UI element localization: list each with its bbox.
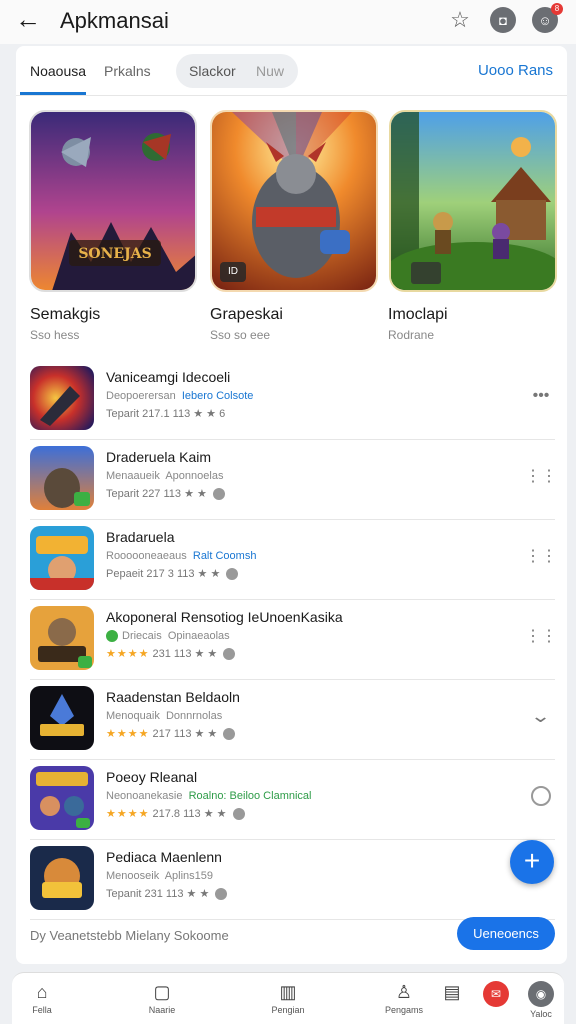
person-icon: ♙	[395, 982, 413, 1002]
notification-icon[interactable]: ☺ 8	[531, 3, 563, 34]
grid-dots-icon[interactable]: ⋮⋮	[525, 624, 557, 648]
app-thumbnail	[30, 606, 94, 670]
red-app-icon: ✉	[483, 981, 509, 1007]
add-button[interactable]: +	[510, 840, 554, 884]
tab-3[interactable]: Nuw	[256, 63, 284, 79]
page-title: Apkmansai	[60, 8, 169, 33]
app-stats: Teparit 227 113 ★ ★	[106, 487, 225, 501]
app-thumbnail	[30, 366, 94, 430]
primary-button[interactable]: Ueneoencs	[457, 917, 555, 950]
chevron-down-icon[interactable]: ⌄	[529, 704, 553, 728]
list-item[interactable]: Vaniceamgi Idecoeli Deopoerersan Iebero …	[16, 360, 567, 440]
app-thumbnail	[30, 766, 94, 830]
app-stats: Teparit 217.1 113 ★ ★ 6	[106, 408, 226, 420]
app-thumbnail	[30, 686, 94, 750]
book-icon: ▥	[279, 982, 297, 1002]
list-item[interactable]: Bradaruela Roooooneaeaus Ralt Coomsh Pep…	[16, 520, 567, 600]
app-stats: Tepanit 231 113 ★ ★	[106, 887, 228, 901]
featured-title-1[interactable]: Semakgis	[30, 306, 100, 324]
app-stats: ★★★★ 217 113 ★ ★	[106, 727, 236, 741]
nav-label: Pengian	[271, 1005, 305, 1015]
nav-label: Fella	[32, 1005, 52, 1015]
tab-1[interactable]: Prkalns	[104, 63, 151, 79]
list-item[interactable]: Raadenstan Beldaoln Menoquaik Donnrnolas…	[16, 680, 567, 760]
app-title: Bradaruela	[106, 529, 175, 545]
bottom-navigation: ⌂ Fella ▢ Naarie ▥ Pengian ♙ Pengams ▤ ✉…	[12, 972, 564, 1024]
list-item[interactable]: Akoponeral Rensotiog IeUnoenKasika Driec…	[16, 600, 567, 680]
tab-bar: Noaousa Prkalns Slackor Nuw Uooo Rans	[16, 46, 567, 96]
nav-label: Naarie	[148, 1005, 176, 1015]
grid-dots-icon[interactable]: ⋮⋮	[525, 544, 557, 568]
app-stats: ★★★★ 217.8 113 ★ ★	[106, 807, 245, 821]
app-meta: Menooseik Aplins159	[106, 870, 214, 882]
app-title: Akoponeral Rensotiog IeUnoenKasika	[106, 609, 343, 625]
featured-card-2[interactable]: ID	[210, 110, 378, 292]
app-title: Raadenstan Beldaoln	[106, 689, 240, 705]
app-title: Vaniceamgi Idecoeli	[106, 369, 231, 385]
featured-sub-2: Sso so eee	[210, 328, 271, 342]
settings-icon: ◉	[528, 981, 554, 1007]
grid-dots-icon[interactable]: ⋮⋮	[525, 464, 557, 488]
featured-art-3	[391, 112, 555, 290]
app-meta: Neonoanekasie Roalno: Beiloo Clamnical	[106, 790, 312, 802]
featured-title-2[interactable]: Grapeskai	[210, 306, 283, 324]
app-screen: ← Apkmansai ☆ ◘ ☺ 8 Noaousa Prkalns Slack…	[0, 0, 576, 1024]
featured-title-3[interactable]: Imoclapi	[388, 306, 448, 324]
app-title: Draderuela Kaim	[106, 449, 212, 465]
nav-label: Yaloc	[530, 1009, 552, 1019]
tab-2[interactable]: Slackor	[189, 63, 236, 79]
home-icon: ⌂	[36, 982, 48, 1002]
nav-book[interactable]: ▥ Pengian	[258, 981, 318, 1015]
tab-0[interactable]: Noaousa	[30, 63, 86, 79]
featured-card-1[interactable]: SONEJAS	[29, 110, 197, 292]
app-thumbnail	[30, 446, 94, 510]
nav-home[interactable]: ⌂ Fella	[12, 981, 72, 1015]
app-meta: Menoquaik Donnrnolas	[106, 710, 223, 722]
footer-text: Dy Veanetstebb Mielany Sokoome	[30, 928, 229, 943]
more-dots-icon[interactable]: •••	[529, 384, 553, 408]
list-item[interactable]: Draderuela Kaim Menaaueik Aponnoelas Tep…	[16, 440, 567, 520]
featured-art-title: SONEJAS	[78, 246, 151, 262]
app-meta: Menaaueik Aponnoelas	[106, 470, 224, 482]
nav-label: Pengams	[384, 1005, 424, 1015]
star-icon[interactable]: ☆	[446, 6, 474, 34]
top-bar: ← Apkmansai ☆ ◘ ☺ 8	[0, 0, 576, 44]
chat-icon: ▢	[153, 982, 171, 1002]
tab-active-indicator	[20, 92, 86, 95]
notification-badge: 8	[551, 3, 563, 15]
featured-card-3[interactable]	[389, 110, 557, 292]
list-icon: ▤	[443, 982, 461, 1002]
app-thumbnail	[30, 846, 94, 910]
app-title: Poeoy Rleanal	[106, 769, 198, 785]
list-item[interactable]: Pediaca Maenlenn Menooseik Aplins159 Tep…	[16, 840, 567, 920]
app-meta: Deopoerersan Iebero Colsote	[106, 390, 254, 402]
profile-icon[interactable]: ◘	[489, 6, 517, 34]
featured-sub-1: Sso hess	[30, 328, 80, 342]
main-panel: Noaousa Prkalns Slackor Nuw Uooo Rans SO…	[16, 46, 567, 964]
nav-chat[interactable]: ▢ Naarie	[132, 981, 192, 1015]
see-more-link[interactable]: Uooo Rans	[478, 62, 553, 79]
featured-badge: ID	[220, 262, 246, 282]
app-title: Pediaca Maenlenn	[106, 849, 222, 865]
featured-art-1: SONEJAS	[31, 112, 195, 290]
app-stats: Pepaeit 217 3 113 ★ ★	[106, 567, 239, 581]
nav-settings[interactable]: ◉ Yaloc	[511, 981, 571, 1019]
app-meta: Driecais Opinaeaolas	[106, 630, 230, 643]
app-stats: ★★★★ 231 113 ★ ★	[106, 647, 236, 661]
featured-sub-3: Rodrane	[388, 328, 435, 342]
app-meta: Roooooneaeaus Ralt Coomsh	[106, 550, 257, 562]
circle-icon[interactable]	[529, 784, 553, 808]
arrow-left-icon[interactable]: ←	[14, 6, 42, 34]
list-item[interactable]: Poeoy Rleanal Neonoanekasie Roalno: Beil…	[16, 760, 567, 840]
app-thumbnail	[30, 526, 94, 590]
